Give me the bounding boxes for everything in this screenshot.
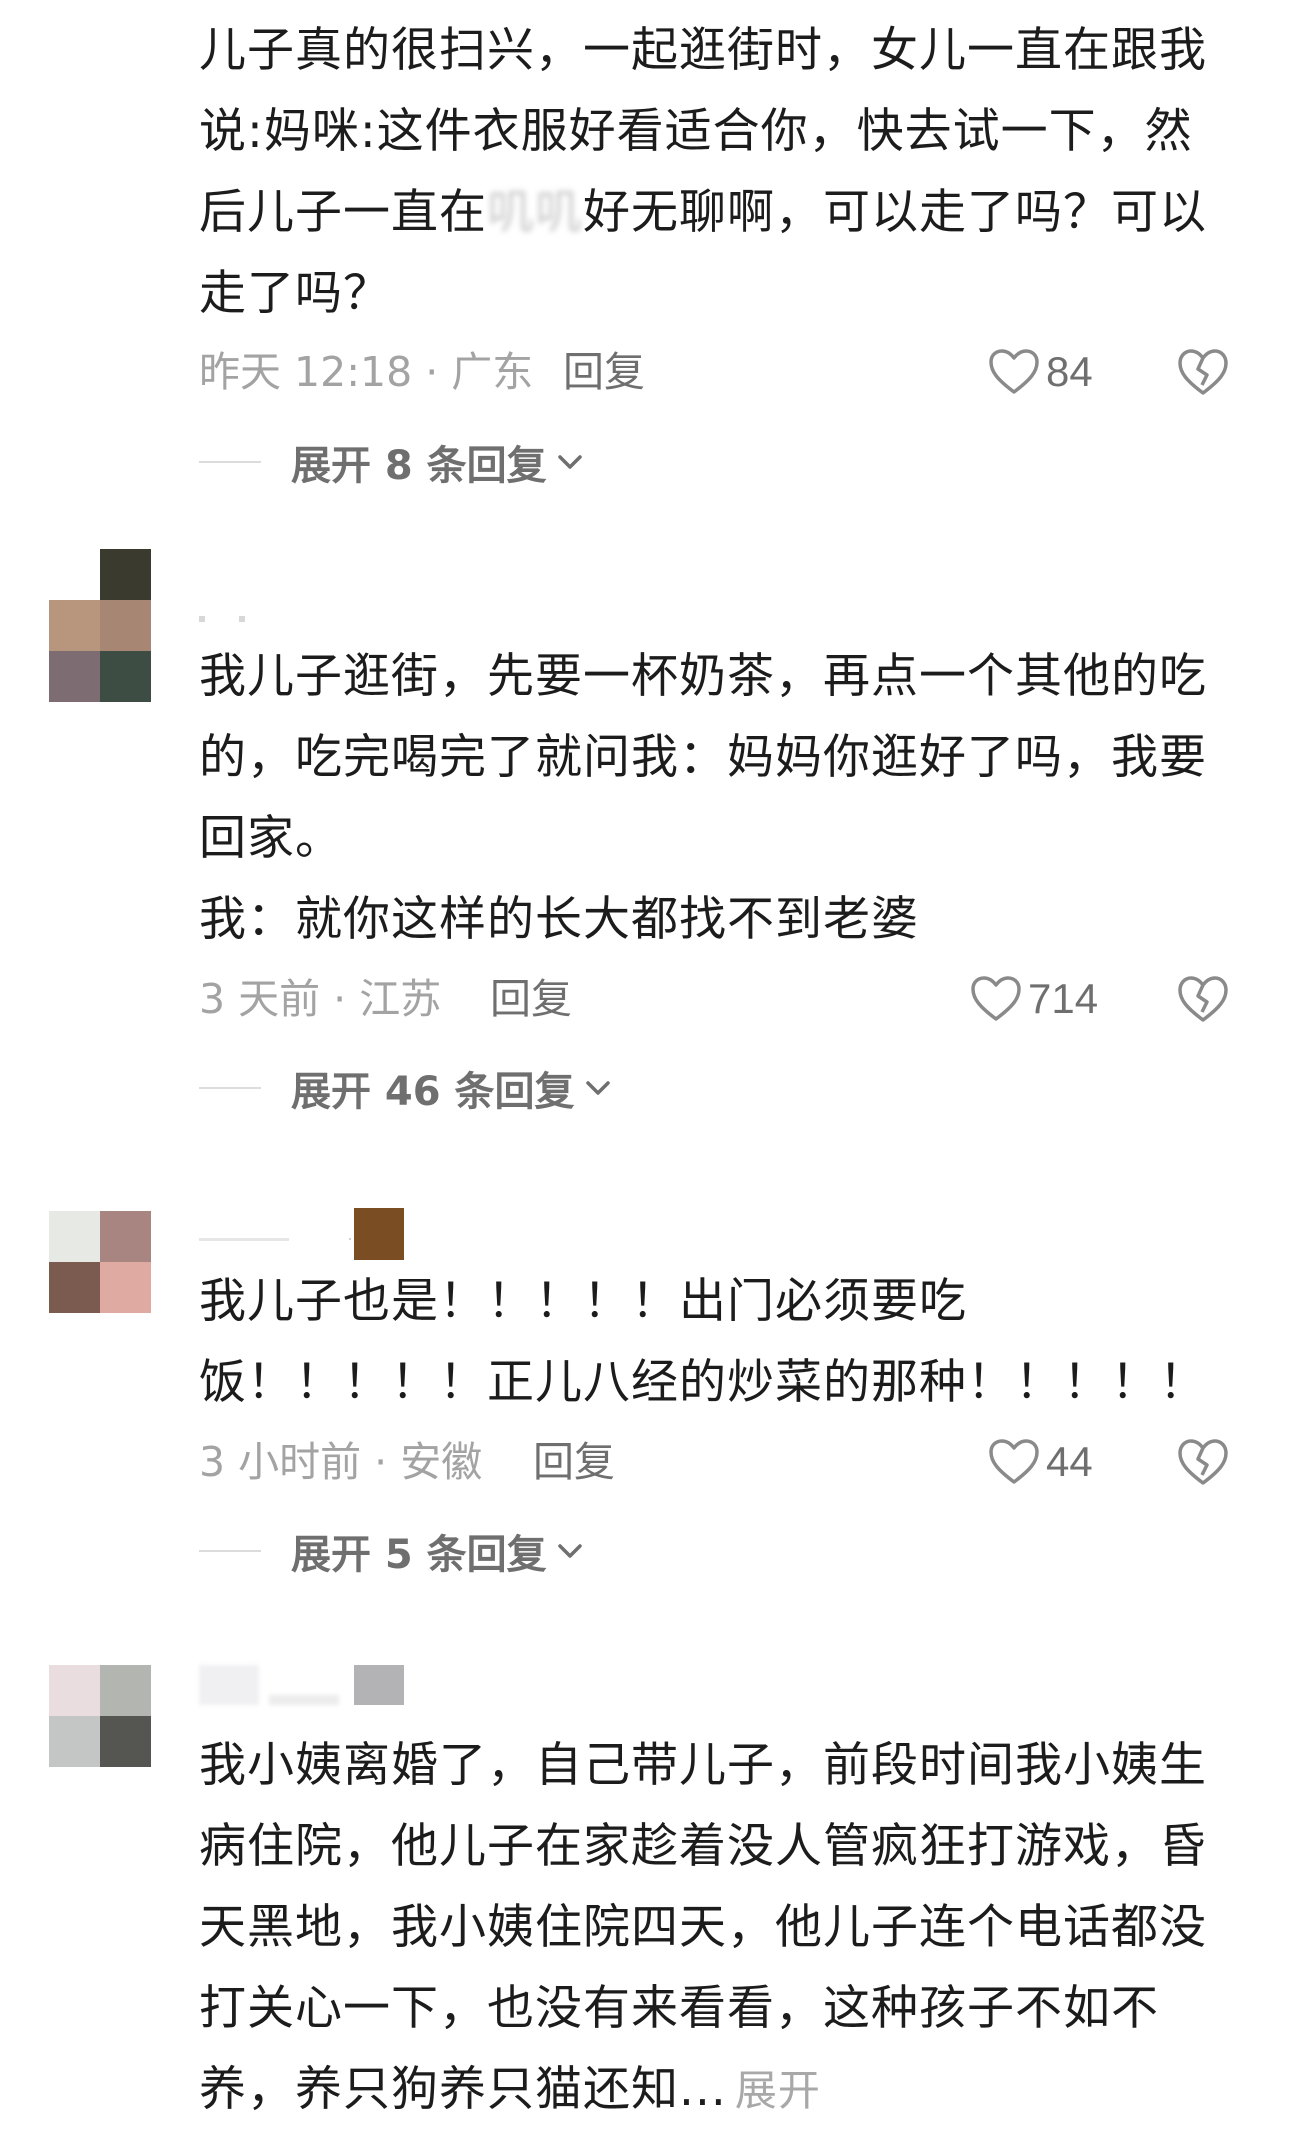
divider bbox=[199, 1087, 261, 1089]
heart-outline-icon bbox=[971, 976, 1021, 1021]
comment-text: 我儿子逛街，先要一杯奶茶，再点一个其他的吃的，吃完喝完了就问我：妈妈你逛好了吗，… bbox=[199, 636, 1239, 960]
like-button[interactable]: 44 bbox=[988, 1432, 1093, 1492]
comment-text: 我小姨离婚了，自己带儿子，前段时间我小姨生病住院，他儿子在家趁着没人管疯狂打游戏… bbox=[199, 1725, 1239, 2131]
comment-text: 儿子真的很扫兴，一起逛街时，女儿一直在跟我说:妈咪:这件衣服好看适合你，快去试一… bbox=[199, 10, 1239, 334]
chevron-down-icon bbox=[557, 1544, 582, 1558]
expand-replies-button[interactable]: 展开 5 条回复 bbox=[199, 1521, 583, 1581]
chevron-down-icon bbox=[585, 1081, 610, 1095]
expand-replies-label: 展开 46 条回复 bbox=[291, 1069, 575, 1115]
heart-outline-icon bbox=[989, 349, 1039, 394]
like-count: 44 bbox=[1046, 1438, 1093, 1485]
divider bbox=[199, 1550, 261, 1552]
avatar[interactable] bbox=[49, 549, 151, 702]
reply-button[interactable]: 回复 bbox=[563, 342, 645, 402]
like-button[interactable]: 714 bbox=[970, 969, 1098, 1029]
reply-button[interactable]: 回复 bbox=[490, 969, 572, 1029]
broken-heart-icon[interactable] bbox=[1176, 972, 1230, 1026]
comment-meta: 3 天前 · 江苏 bbox=[199, 975, 442, 1023]
broken-heart-icon[interactable] bbox=[1176, 1435, 1230, 1489]
heart-outline-icon bbox=[989, 1439, 1039, 1484]
broken-heart-icon[interactable] bbox=[1176, 345, 1230, 399]
comment-line: 我儿子也是！！！！！出门必须要吃饭！！！！！正儿八经的炒菜的那种！！！！！ bbox=[199, 1274, 1207, 1410]
comment-text: 我儿子也是！！！！！出门必须要吃饭！！！！！正儿八经的炒菜的那种！！！！！ bbox=[199, 1261, 1239, 1423]
like-button[interactable]: 84 bbox=[988, 342, 1093, 402]
comment-meta: 昨天 12:18 · 广东 bbox=[199, 348, 534, 396]
reply-button[interactable]: 回复 bbox=[533, 1432, 615, 1492]
censored-text: 叽叽 bbox=[487, 185, 583, 240]
expand-replies-label: 展开 5 条回复 bbox=[291, 1532, 547, 1578]
comment-line: 我小姨离婚了，自己带儿子，前段时间我小姨生病住院，他儿子在家趁着没人管疯狂打游戏… bbox=[199, 1725, 1239, 2131]
expand-text-link[interactable]: 展开 bbox=[735, 2066, 821, 2115]
chevron-down-icon bbox=[557, 455, 582, 469]
expand-replies-label: 展开 8 条回复 bbox=[291, 443, 547, 489]
comment-line: 我：就你这样的长大都找不到老婆 bbox=[199, 892, 919, 947]
avatar[interactable] bbox=[49, 1211, 151, 1313]
avatar[interactable] bbox=[49, 1665, 151, 1767]
comment-text-part: 我小姨离婚了，自己带儿子，前段时间我小姨生病住院，他儿子在家趁着没人管疯狂打游戏… bbox=[199, 1738, 1207, 2117]
comment-meta: 3 小时前 · 安徽 bbox=[199, 1438, 483, 1486]
divider bbox=[199, 461, 261, 463]
expand-replies-button[interactable]: 展开 8 条回复 bbox=[199, 432, 583, 492]
expand-replies-button[interactable]: 展开 46 条回复 bbox=[199, 1058, 611, 1118]
like-count: 714 bbox=[1028, 975, 1099, 1022]
like-count: 84 bbox=[1046, 348, 1093, 395]
comment-line: 我儿子逛街，先要一杯奶茶，再点一个其他的吃的，吃完喝完了就问我：妈妈你逛好了吗，… bbox=[199, 649, 1207, 866]
